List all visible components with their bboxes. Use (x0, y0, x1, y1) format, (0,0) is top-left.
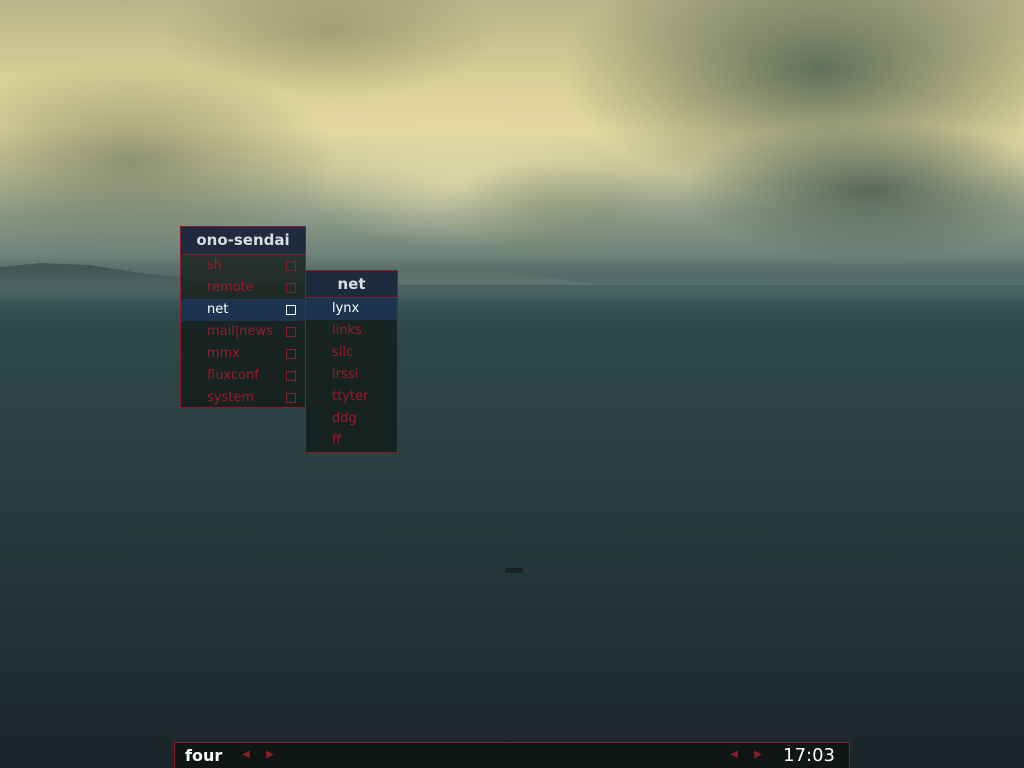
submenu-indicator-icon (286, 261, 296, 271)
root-menu: ono-sendai sh remote net mail|news mmx f… (180, 226, 306, 408)
clock: 17:03 (783, 745, 835, 766)
menu-item-fluxconf[interactable]: fluxconf (181, 365, 305, 387)
wallpaper-cloud (300, 120, 620, 250)
menu-item-label: lynx (332, 301, 360, 316)
toolbar: four ◀ ▶ ◀ ▶ 17:03 (174, 742, 850, 768)
net-submenu: net lynx links silc irssi ttyter ddg ff (305, 270, 398, 453)
menu-item-silc[interactable]: silc (306, 342, 397, 364)
wallpaper-cloud (440, 160, 660, 260)
wallpaper-cloud (160, 0, 500, 100)
left-triangle-icon[interactable]: ◀ (239, 747, 253, 763)
menu-title: ono-sendai (181, 227, 305, 255)
menu-item-mmx[interactable]: mmx (181, 343, 305, 365)
menu-item-ddg[interactable]: ddg (306, 408, 397, 430)
horizon-haze (0, 270, 1024, 310)
submenu-indicator-icon (286, 371, 296, 381)
desktop-wallpaper: ono-sendai sh remote net mail|news mmx f… (0, 0, 1024, 768)
wallpaper-cloud (560, 0, 1024, 200)
menu-item-lynx[interactable]: lynx (306, 298, 397, 320)
menu-item-mail-news[interactable]: mail|news (181, 321, 305, 343)
menu-item-label: net (207, 302, 229, 317)
workspace-name[interactable]: four (185, 745, 222, 767)
wallpaper-cloud (680, 120, 1024, 260)
menu-item-label: remote (207, 280, 254, 295)
submenu-indicator-icon (286, 349, 296, 359)
menu-item-remote[interactable]: remote (181, 277, 305, 299)
menu-item-sh[interactable]: sh (181, 255, 305, 277)
submenu-indicator-icon (286, 327, 296, 337)
menu-item-label: mmx (207, 346, 241, 361)
menu-item-label: system (207, 390, 254, 405)
menu-item-label: ddg (332, 411, 357, 426)
menu-item-irssi[interactable]: irssi (306, 364, 397, 386)
menu-item-label: irssi (332, 367, 359, 382)
menu-item-system[interactable]: system (181, 387, 305, 409)
menu-item-label: ff (332, 433, 341, 448)
right-triangle-icon[interactable]: ▶ (751, 747, 765, 763)
menu-item-label: sh (207, 258, 223, 273)
menu-item-label: fluxconf (207, 368, 259, 383)
submenu-indicator-icon (286, 305, 296, 315)
menu-item-label: links (332, 323, 362, 338)
menu-title: net (306, 271, 397, 298)
menu-item-label: ttyter (332, 389, 369, 404)
right-triangle-icon[interactable]: ▶ (263, 747, 277, 763)
menu-item-label: mail|news (207, 324, 273, 339)
wallpaper-boat (505, 568, 523, 573)
submenu-indicator-icon (286, 283, 296, 293)
submenu-indicator-icon (286, 393, 296, 403)
menu-item-ff[interactable]: ff (306, 430, 397, 452)
menu-item-ttyter[interactable]: ttyter (306, 386, 397, 408)
menu-item-net[interactable]: net (181, 299, 305, 321)
left-triangle-icon[interactable]: ◀ (727, 747, 741, 763)
menu-item-links[interactable]: links (306, 320, 397, 342)
menu-item-label: silc (332, 345, 354, 360)
